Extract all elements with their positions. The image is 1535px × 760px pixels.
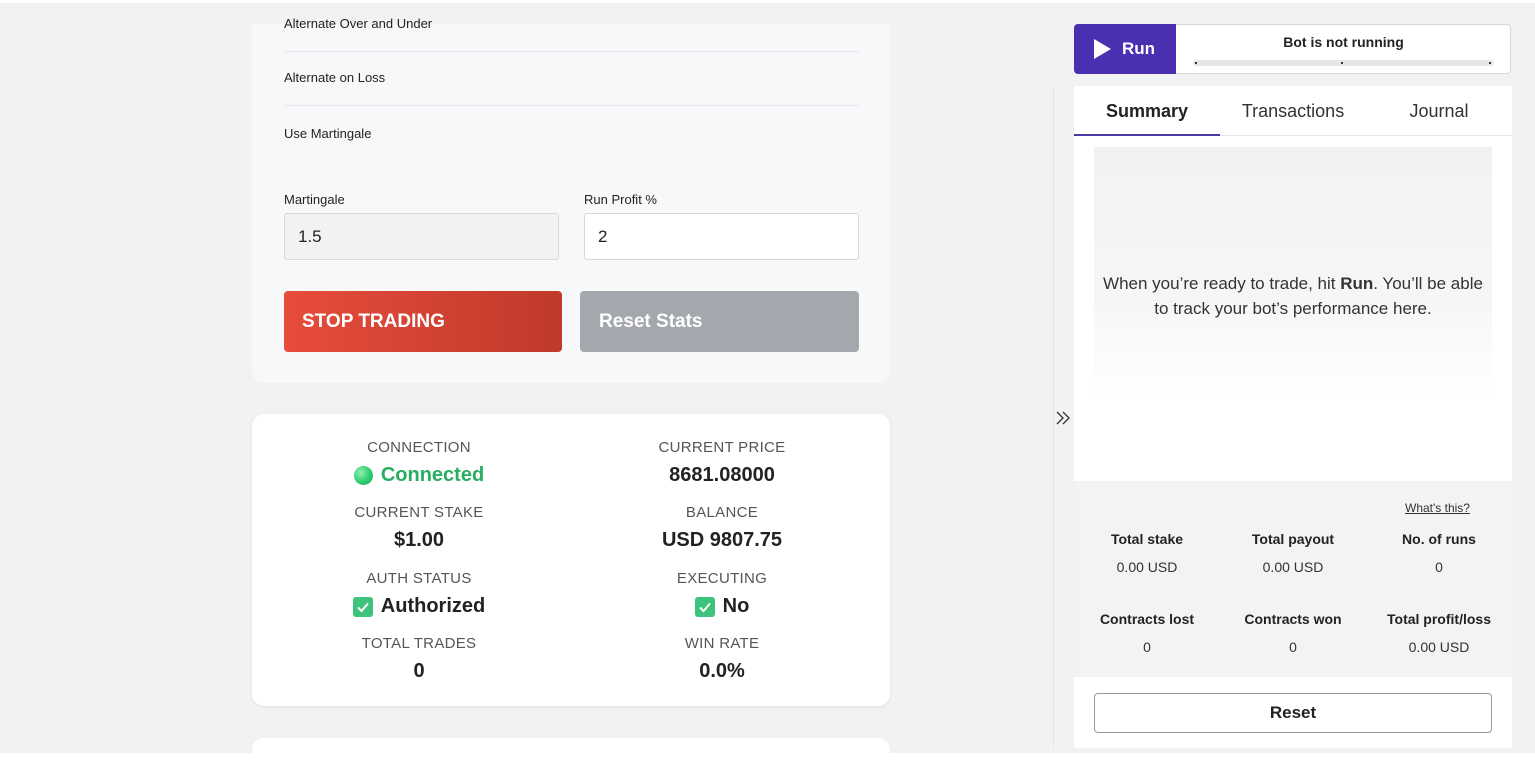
- contracts-won-label: Contracts won: [1244, 611, 1342, 627]
- panel-divider: [1053, 86, 1054, 748]
- balance-label: BALANCE: [685, 504, 759, 521]
- run-panel-tabs: Summary Transactions Journal: [1074, 86, 1512, 136]
- auth-status-label: AUTH STATUS: [366, 570, 472, 587]
- contracts-lost-value: 0: [1143, 639, 1151, 655]
- double-chevron-right-icon[interactable]: [1055, 409, 1071, 427]
- option-label: Alternate Over and Under: [284, 16, 433, 31]
- run-label: Run: [1122, 39, 1156, 58]
- runs-stat: No. of runs 0: [1366, 531, 1512, 575]
- current-stake-stat: CURRENT STAKE $1.00: [269, 504, 569, 552]
- run-profit-input[interactable]: [584, 213, 859, 260]
- progress-marker: [1341, 62, 1343, 64]
- auth-status-value: Authorized: [269, 595, 569, 618]
- summary-stats: What's this? Total stake 0.00 USD Total …: [1074, 481, 1512, 677]
- current-price-label: CURRENT PRICE: [658, 439, 786, 456]
- executing-text: No: [722, 595, 750, 617]
- option-alternate-over-under[interactable]: Alternate Over and Under: [284, 0, 859, 52]
- connection-value: Connected: [269, 464, 569, 487]
- auth-status-text: Authorized: [380, 595, 486, 617]
- win-rate-label: WIN RATE: [684, 635, 760, 652]
- win-rate-stat: WIN RATE 0.0%: [572, 635, 872, 683]
- contracts-won-stat: Contracts won 0: [1220, 611, 1366, 655]
- run-button[interactable]: Run: [1074, 24, 1176, 74]
- check-icon: [694, 596, 715, 617]
- bot-status-text: Bot is not running: [1283, 34, 1404, 50]
- current-stake-label: CURRENT STAKE: [354, 504, 484, 521]
- total-trades-value: 0: [413, 660, 425, 682]
- total-profit-stat: Total profit/loss 0.00 USD: [1366, 611, 1512, 655]
- martingale-input[interactable]: [284, 213, 559, 260]
- martingale-label: Martingale: [284, 192, 345, 207]
- option-label: Use Martingale: [284, 126, 372, 141]
- total-stake-value: 0.00 USD: [1116, 559, 1178, 575]
- empty-state-message: When you’re ready to trade, hit Run. You…: [1094, 271, 1492, 321]
- balance-stat: BALANCE USD 9807.75: [572, 504, 872, 552]
- executing-stat: EXECUTING No: [572, 570, 872, 618]
- connection-text: Connected: [380, 464, 485, 486]
- balance-value: USD 9807.75: [661, 529, 783, 551]
- whats-this-link[interactable]: What's this?: [1405, 501, 1470, 515]
- summary-empty-state: When you’re ready to trade, hit Run. You…: [1094, 147, 1492, 397]
- option-use-martingale[interactable]: Use Martingale: [284, 106, 859, 162]
- option-label: Alternate on Loss: [284, 70, 386, 85]
- run-profit-label: Run Profit %: [584, 192, 657, 207]
- contracts-won-value: 0: [1289, 639, 1297, 655]
- stop-trading-button[interactable]: STOP TRADING: [284, 291, 562, 352]
- bottom-border: [0, 753, 1535, 760]
- play-icon: [1094, 39, 1111, 59]
- progress-marker: [1489, 62, 1491, 64]
- bot-progress-track: [1193, 60, 1494, 66]
- contracts-lost-stat: Contracts lost 0: [1074, 611, 1220, 655]
- contracts-lost-label: Contracts lost: [1099, 611, 1195, 627]
- reset-button[interactable]: Reset: [1094, 693, 1492, 733]
- tab-summary[interactable]: Summary: [1074, 86, 1220, 136]
- status-card: CONNECTION Connected CURRENT PRICE 8681.…: [252, 414, 890, 706]
- tab-journal[interactable]: Journal: [1366, 86, 1512, 136]
- tab-transactions[interactable]: Transactions: [1220, 86, 1366, 136]
- reset-stats-button[interactable]: Reset Stats: [580, 291, 859, 352]
- total-trades-label: TOTAL TRADES: [361, 635, 477, 652]
- total-stake-label: Total stake: [1110, 531, 1184, 547]
- total-payout-value: 0.00 USD: [1262, 559, 1324, 575]
- total-payout-stat: Total payout 0.00 USD: [1220, 531, 1366, 575]
- option-alternate-on-loss[interactable]: Alternate on Loss: [284, 50, 859, 106]
- current-price-stat: CURRENT PRICE 8681.08000: [572, 439, 872, 487]
- connection-label: CONNECTION: [367, 439, 471, 456]
- total-payout-label: Total payout: [1251, 531, 1335, 547]
- executing-value: No: [572, 595, 872, 618]
- current-price-value: 8681.08000: [669, 464, 775, 486]
- progress-marker: [1195, 62, 1197, 64]
- total-trades-stat: TOTAL TRADES 0: [269, 635, 569, 683]
- run-panel: Summary Transactions Journal When you’re…: [1074, 86, 1512, 748]
- settings-card: Alternate Over and Under Alternate on Lo…: [252, 16, 890, 383]
- check-icon: [352, 596, 373, 617]
- auth-status-stat: AUTH STATUS Authorized: [269, 570, 569, 618]
- current-stake-value: $1.00: [393, 529, 445, 551]
- runs-value: 0: [1435, 559, 1443, 575]
- connection-stat: CONNECTION Connected: [269, 439, 569, 487]
- win-rate-value: 0.0%: [699, 660, 745, 682]
- empty-msg-run: Run: [1340, 274, 1374, 293]
- executing-label: EXECUTING: [676, 570, 768, 587]
- total-profit-value: 0.00 USD: [1408, 639, 1470, 655]
- connected-dot-icon: [353, 466, 373, 485]
- total-stake-stat: Total stake 0.00 USD: [1074, 531, 1220, 575]
- runs-label: No. of runs: [1402, 531, 1476, 547]
- total-profit-label: Total profit/loss: [1387, 611, 1491, 627]
- empty-msg-text: When you’re ready to trade, hit: [1103, 274, 1341, 293]
